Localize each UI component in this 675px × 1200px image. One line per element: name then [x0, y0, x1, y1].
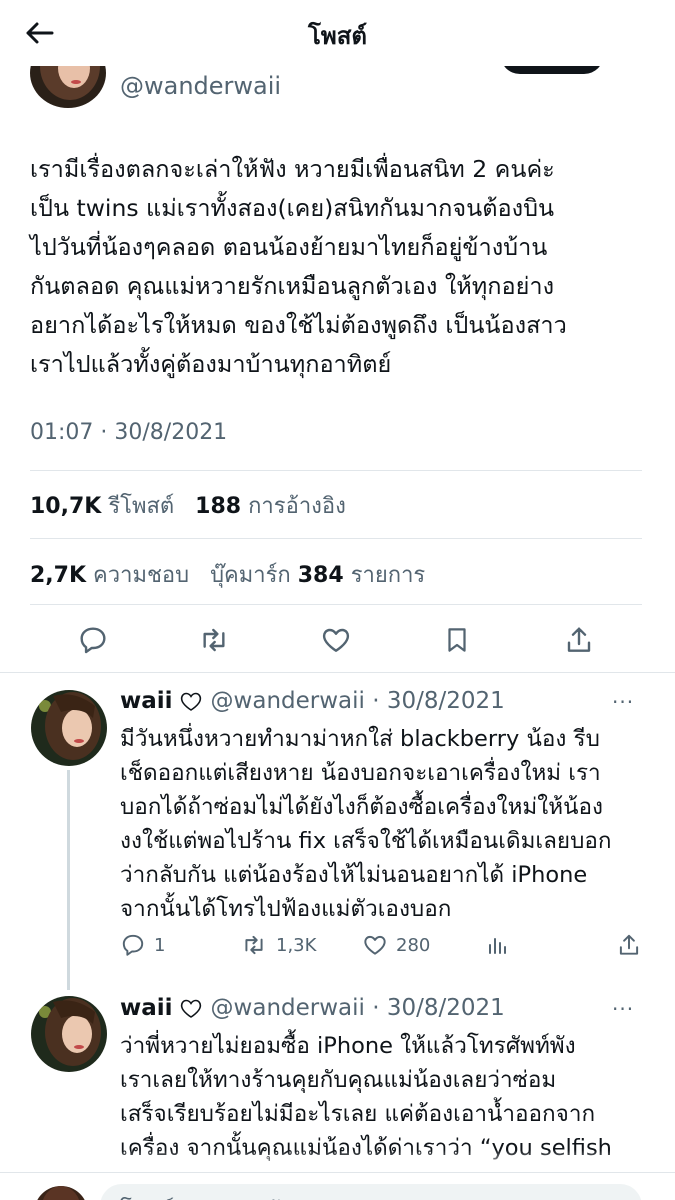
page-title: โพสต์: [308, 22, 367, 50]
repost-count: 1,3K: [276, 934, 317, 956]
quotes-stat[interactable]: 188 การอ้างอิง: [195, 494, 346, 519]
reply-text-line: บอกได้ถ้าซ่อมไม่ได้ยังไงก็ต้องซื้อเครื่อ…: [120, 794, 603, 820]
post-text-line: เป็น twins แม่เราทั้งสอง(เคย)สนิทกันมากจ…: [30, 194, 555, 222]
bookmark-button[interactable]: [437, 620, 477, 660]
post-text-line: เรามีเรื่องตลกจะเล่าให้ฟัง หวายมีเพื่อนส…: [30, 155, 555, 183]
reply-button[interactable]: [73, 620, 113, 660]
likes-label: ความชอบ: [93, 563, 190, 588]
reposts-label: รีโพสต์: [108, 494, 175, 519]
likes-stat[interactable]: 2,7K ความชอบ: [30, 563, 189, 588]
reply-text: ว่าพี่หวายไม่ยอมซื้อ iPhone ให้แล้วโทรศั…: [120, 1029, 645, 1165]
reply-text-line: ว่ากลับกัน แต่น้องร้องไห้ไม่นอนอยากได้ i…: [120, 862, 588, 888]
views-button[interactable]: [486, 930, 510, 960]
stats-reposts-quotes: 10,7K รีโพสต์ 188 การอ้างอิง: [30, 488, 346, 523]
divider: [30, 604, 642, 605]
scroll-fade: [0, 1150, 675, 1172]
heart-icon: [364, 935, 386, 955]
avatar[interactable]: [31, 996, 107, 1072]
bookmarks-suffix: รายการ: [350, 563, 426, 588]
reply-icon: [80, 627, 106, 654]
post-text: เรามีเรื่องตลกจะเล่าให้ฟัง หวายมีเพื่อนส…: [30, 150, 650, 384]
avatar[interactable]: [31, 690, 107, 766]
reply-icon: [122, 934, 144, 956]
bookmarks-count: 384: [297, 563, 344, 588]
post-text-line: ไปวันที่น้องๆคลอด ตอนน้องย้ายมาไทยก็อยู่…: [30, 233, 548, 261]
share-button[interactable]: [616, 930, 642, 960]
analytics-icon: [489, 938, 506, 954]
reply-text-line: เสร็จเรียบร้อยไม่มีอะไรเลย แค่ต้องเอาน้ำ…: [120, 1101, 596, 1127]
like-button[interactable]: 280: [362, 930, 430, 960]
repost-button[interactable]: 1,3K: [240, 930, 316, 960]
like-count: 280: [396, 934, 431, 956]
heart-outline-icon: [179, 997, 203, 1019]
divider: [0, 672, 675, 673]
reply-actions: 1 1,3K 280: [120, 930, 645, 960]
thread-line: [67, 770, 70, 990]
heart-icon: [322, 628, 350, 652]
share-icon: [567, 627, 591, 652]
quotes-label: การอ้างอิง: [248, 494, 346, 519]
author-handle[interactable]: @wanderwaii: [120, 72, 281, 100]
reply-text-line: มีวันหนึ่งหวายทำมาม่าหกใส่ blackberry น้…: [120, 726, 600, 752]
reply-input[interactable]: โพสต์การตอบกลับ: [100, 1184, 642, 1200]
reply-text-line: จากนั้นได้โทรไปฟ้องแม่ตัวเองบอก: [120, 896, 452, 922]
reply-text-line: งงใช้แต่พอไปร้าน fix เสร็จใช้ได้เหมือนเด…: [120, 828, 612, 854]
top-bar: โพสต์: [0, 0, 675, 66]
reposts-stat[interactable]: 10,7K รีโพสต์: [30, 494, 174, 519]
more-options-button[interactable]: ···: [612, 690, 634, 714]
post-text-line: เราไปแล้วทั้งคู่ต้องมาบ้านทุกอาทิตย์: [30, 350, 392, 378]
stats-likes-bookmarks: 2,7K ความชอบ บุ๊คมาร์ก 384 รายการ: [30, 557, 425, 592]
author-name[interactable]: waii: [120, 995, 173, 1021]
reply-text: มีวันหนึ่งหวายทำมาม่าหกใส่ blackberry น้…: [120, 722, 645, 926]
handle-date[interactable]: @wanderwaii · 30/8/2021: [211, 688, 505, 714]
post-text-line: อยากได้อะไรให้หมด ของใช้ไม่ต้องพูดถึง เป…: [30, 311, 567, 339]
post-timestamp[interactable]: 01:07 · 30/8/2021: [30, 420, 227, 445]
reply-text-line: เช็ดออกแต่เสียงหาย น้องบอกจะเอาเครื่องให…: [120, 760, 601, 786]
author-name[interactable]: waii: [120, 688, 173, 714]
share-icon: [619, 934, 639, 955]
quotes-count: 188: [195, 494, 242, 519]
divider: [30, 538, 642, 539]
repost-icon: [245, 935, 263, 955]
post-text-line: กันตลอด คุณแม่หวายรักเหมือนลูกตัวเอง ให้…: [30, 272, 555, 300]
reply-text-line: เราเลยให้ทางร้านคุยกับคุณแม่น้องเลยว่าซ่…: [120, 1067, 557, 1093]
divider: [30, 470, 642, 471]
reply-count: 1: [154, 934, 166, 956]
heart-outline-icon: [179, 690, 203, 712]
handle-date[interactable]: @wanderwaii · 30/8/2021: [211, 995, 505, 1021]
post-actions: [0, 620, 675, 660]
reply-text-line: ว่าพี่หวายไม่ยอมซื้อ iPhone ให้แล้วโทรศั…: [120, 1033, 576, 1059]
likes-count: 2,7K: [30, 563, 87, 588]
share-button[interactable]: [559, 620, 599, 660]
reply-button[interactable]: 1: [120, 930, 165, 960]
reply-header: waii @wanderwaii · 30/8/2021: [120, 995, 505, 1021]
bookmark-icon: [448, 628, 466, 652]
repost-icon: [203, 628, 225, 652]
reposts-count: 10,7K: [30, 494, 102, 519]
bookmarks-stat[interactable]: บุ๊คมาร์ก 384 รายการ: [210, 563, 425, 588]
reply-header: waii @wanderwaii · 30/8/2021: [120, 688, 505, 714]
more-options-button[interactable]: ···: [612, 997, 634, 1021]
bookmarks-label: บุ๊คมาร์ก: [210, 563, 291, 588]
repost-button[interactable]: [194, 620, 234, 660]
like-button[interactable]: [316, 620, 356, 660]
